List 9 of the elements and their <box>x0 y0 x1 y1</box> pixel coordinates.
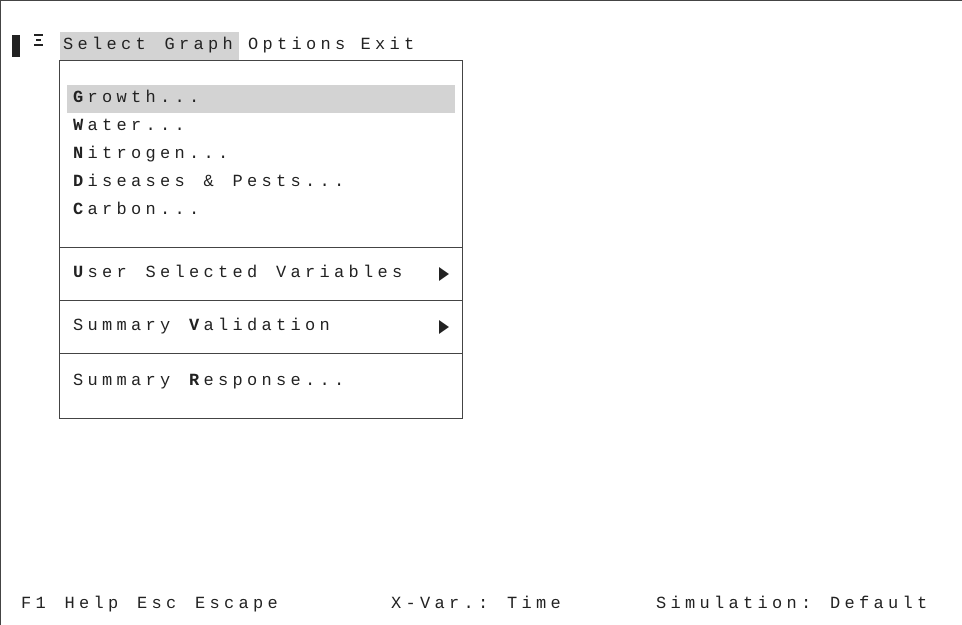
menu-bar-item[interactable]: Select Graph <box>60 32 240 60</box>
status-text: F1 Help <box>21 594 124 616</box>
status-text: Simulation: Default <box>656 594 932 616</box>
menu-bar-item[interactable]: Exit <box>358 32 421 60</box>
status-text: Esc Escape <box>137 594 284 616</box>
status-text: X-Var.: Time <box>391 594 566 616</box>
cursor-block <box>12 35 20 57</box>
menu-icon[interactable] <box>34 34 43 46</box>
menu-bar-item[interactable]: Options <box>245 32 352 60</box>
